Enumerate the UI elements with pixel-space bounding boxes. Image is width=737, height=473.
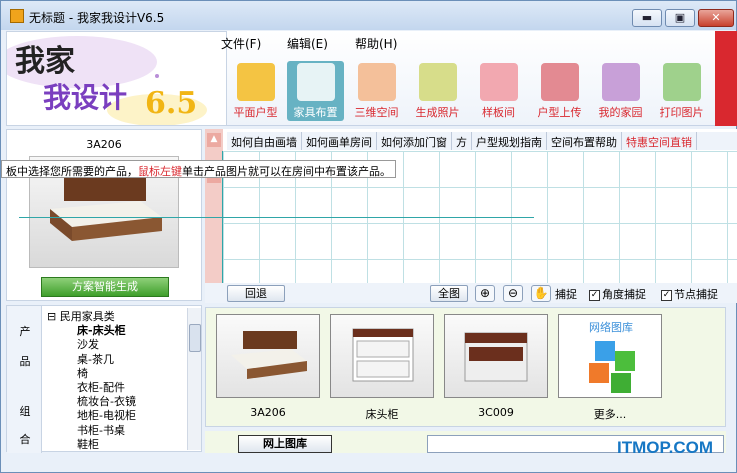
tool-sample-room[interactable]: 样板间 xyxy=(470,61,527,121)
category-panel: 产 品 组 合 ⊟ 民用家具类 床-床头柜 沙发 桌-茶几 椅 衣柜-配件 梳妆… xyxy=(6,305,202,453)
chair-icon xyxy=(296,63,335,101)
bed-icon xyxy=(231,331,307,379)
product-preview-panel: 3A206 方案智能生成 xyxy=(6,129,202,301)
product-thumbnail[interactable] xyxy=(444,314,548,398)
canvas-toolbar: 回退 全图 ⊕ ⊖ ✋ 捕捉 ✓ 角度捕捉 ✓ 节点捕捉 xyxy=(205,283,737,303)
product-card[interactable]: 3C009 xyxy=(444,314,548,419)
product-thumbnail[interactable] xyxy=(216,314,320,398)
app-window: 无标题 - 我家我设计V6.5 ▬ ▣ ✕ 我家 我设计 6.5 文件(F) 编… xyxy=(0,0,737,473)
room-icon xyxy=(479,63,518,101)
tree-item-sofa[interactable]: 沙发 xyxy=(47,338,185,352)
tool-print[interactable]: 打印图片 xyxy=(653,61,710,121)
link-promo[interactable]: 特惠空间直销 xyxy=(622,132,697,150)
logo-text-2: 我设计 xyxy=(43,81,128,114)
save-icon xyxy=(540,63,579,101)
menu-help[interactable]: 帮助(H) xyxy=(355,35,397,52)
node-snap-checkbox[interactable]: ✓ 节点捕捉 xyxy=(661,286,718,302)
link-partial[interactable]: 方 xyxy=(452,132,472,150)
product-card[interactable]: 床头柜 xyxy=(330,314,434,422)
side-tabs: 产 品 组 合 xyxy=(7,306,42,453)
cube-icon xyxy=(357,63,396,101)
product-name: 3C009 xyxy=(478,406,514,419)
undo-button[interactable]: 回退 xyxy=(227,285,285,302)
link-space-help[interactable]: 空间布置帮助 xyxy=(547,132,622,150)
link-layout-guide[interactable]: 户型规划指南 xyxy=(472,132,547,150)
tab-combo-1[interactable]: 组 xyxy=(13,400,37,424)
nightstand-icon xyxy=(464,332,528,382)
tree-item-shoe-cabinet[interactable]: 鞋柜 xyxy=(47,438,185,450)
tool-photo[interactable]: 生成照片 xyxy=(409,61,466,121)
link-draw-room[interactable]: 如何画单房间 xyxy=(302,132,377,150)
product-thumbnail[interactable]: 网络图库 xyxy=(558,314,662,398)
scroll-up-icon[interactable]: ▲ xyxy=(207,133,221,147)
online-gallery-button[interactable]: 网上图库 xyxy=(238,435,332,453)
tree-item-root[interactable]: ⊟ 民用家具类 xyxy=(47,310,185,324)
product-card[interactable]: 网络图库 更多... xyxy=(558,314,662,422)
printer-icon xyxy=(662,63,701,101)
maximize-button[interactable]: ▣ xyxy=(665,9,695,27)
angle-snap-checkbox[interactable]: ✓ 角度捕捉 xyxy=(589,286,646,302)
tree-item-chair[interactable]: 椅 xyxy=(47,367,185,381)
tab-products-1[interactable]: 产 xyxy=(13,320,37,344)
app-logo: 我家 我设计 6.5 xyxy=(6,31,227,126)
pencil-icon xyxy=(236,63,275,101)
tool-3d-space[interactable]: 三维空间 xyxy=(348,61,405,121)
tab-combo-2[interactable]: 合 xyxy=(13,428,37,452)
tool-upload[interactable]: 户型上传 xyxy=(531,61,588,121)
scrollbar-thumb[interactable] xyxy=(189,324,201,352)
tree-item-dresser[interactable]: 梳妆台-衣镜 xyxy=(47,395,185,409)
close-button[interactable]: ✕ xyxy=(698,9,734,27)
logo-text-1: 我家 xyxy=(15,44,75,79)
zoom-in-icon[interactable]: ⊕ xyxy=(475,285,495,302)
banner-strip xyxy=(715,31,737,126)
product-name: 3A206 xyxy=(250,406,286,419)
camera-icon xyxy=(418,63,457,101)
tree-item-tv-cabinet[interactable]: 地柜-电视柜 xyxy=(47,409,185,423)
svg-text:网络图库: 网络图库 xyxy=(589,320,633,334)
nightstand-icon xyxy=(352,328,414,382)
product-thumbnail[interactable] xyxy=(330,314,434,398)
help-links-bar: 如何自由画墙 如何画单房间 如何添加门窗方户型规划指南 空间布置帮助 特惠空间直销 xyxy=(227,132,737,150)
link-add-door[interactable]: 如何添加门窗 xyxy=(377,132,452,150)
minimize-button[interactable]: ▬ xyxy=(632,9,662,27)
tool-furniture[interactable]: 家具布置 xyxy=(287,61,344,121)
product-gallery: 3A206 床头柜 3C009 网络图库 更多... xyxy=(205,307,726,427)
tree-item-table[interactable]: 桌-茶几 xyxy=(47,353,185,367)
vertical-ruler: ▲ ▼ ▼ xyxy=(205,129,223,301)
tool-floor-plan[interactable]: 平面户型 xyxy=(227,61,284,121)
product-card[interactable]: 3A206 xyxy=(216,314,320,419)
logo-version: 6.5 xyxy=(145,86,198,121)
title-bar[interactable]: 无标题 - 我家我设计V6.5 ▬ ▣ ✕ xyxy=(1,1,736,30)
help-tooltip: 板中选择您所需要的产品，鼠标左键单击产品图片就可以在房间中布置该产品。 xyxy=(1,160,396,178)
pan-hand-icon[interactable]: ✋ xyxy=(531,285,551,302)
home-icon xyxy=(601,63,640,101)
snap-checkbox[interactable]: 捕捉 xyxy=(555,286,577,302)
design-canvas[interactable]: ▲ ▼ ▼ 如何自由画墙如何画单房间如何添加门窗方户型规划指南空间布置帮助特惠空… xyxy=(205,129,737,301)
preview-title: 3A206 xyxy=(86,138,122,151)
zoom-out-icon[interactable]: ⊖ xyxy=(503,285,523,302)
tree-item-bookcase[interactable]: 书柜-书桌 xyxy=(47,424,185,438)
app-icon xyxy=(10,9,24,23)
tree-scrollbar[interactable] xyxy=(187,308,201,450)
tree-item-bed[interactable]: 床-床头柜 xyxy=(47,324,185,338)
window-title: 无标题 - 我家我设计V6.5 xyxy=(29,11,165,25)
tool-my-home[interactable]: 我的家园 xyxy=(592,61,649,121)
category-tree: ⊟ 民用家具类 床-床头柜 沙发 桌-茶几 椅 衣柜-配件 梳妆台-衣镜 地柜-… xyxy=(47,310,185,450)
fit-all-button[interactable]: 全图 xyxy=(430,285,468,302)
site-watermark: ITMOP.COM xyxy=(617,438,714,457)
product-name: 更多... xyxy=(593,408,627,421)
menu-edit[interactable]: 编辑(E) xyxy=(287,35,328,52)
net-gallery-icon: 网络图库 xyxy=(589,320,635,393)
link-draw-wall[interactable]: 如何自由画墙 xyxy=(227,132,302,150)
main-toolbar: 文件(F) 编辑(E) 帮助(H) 平面户型 家具布置 三维空间 生成照片 样板… xyxy=(221,31,737,126)
menu-file[interactable]: 文件(F) xyxy=(221,35,261,52)
smart-generate-button[interactable]: 方案智能生成 xyxy=(41,277,169,297)
tree-item-wardrobe[interactable]: 衣柜-配件 xyxy=(47,381,185,395)
product-name: 床头柜 xyxy=(365,408,399,421)
tab-products-2[interactable]: 品 xyxy=(13,350,37,374)
guide-line-horizontal xyxy=(19,217,534,218)
